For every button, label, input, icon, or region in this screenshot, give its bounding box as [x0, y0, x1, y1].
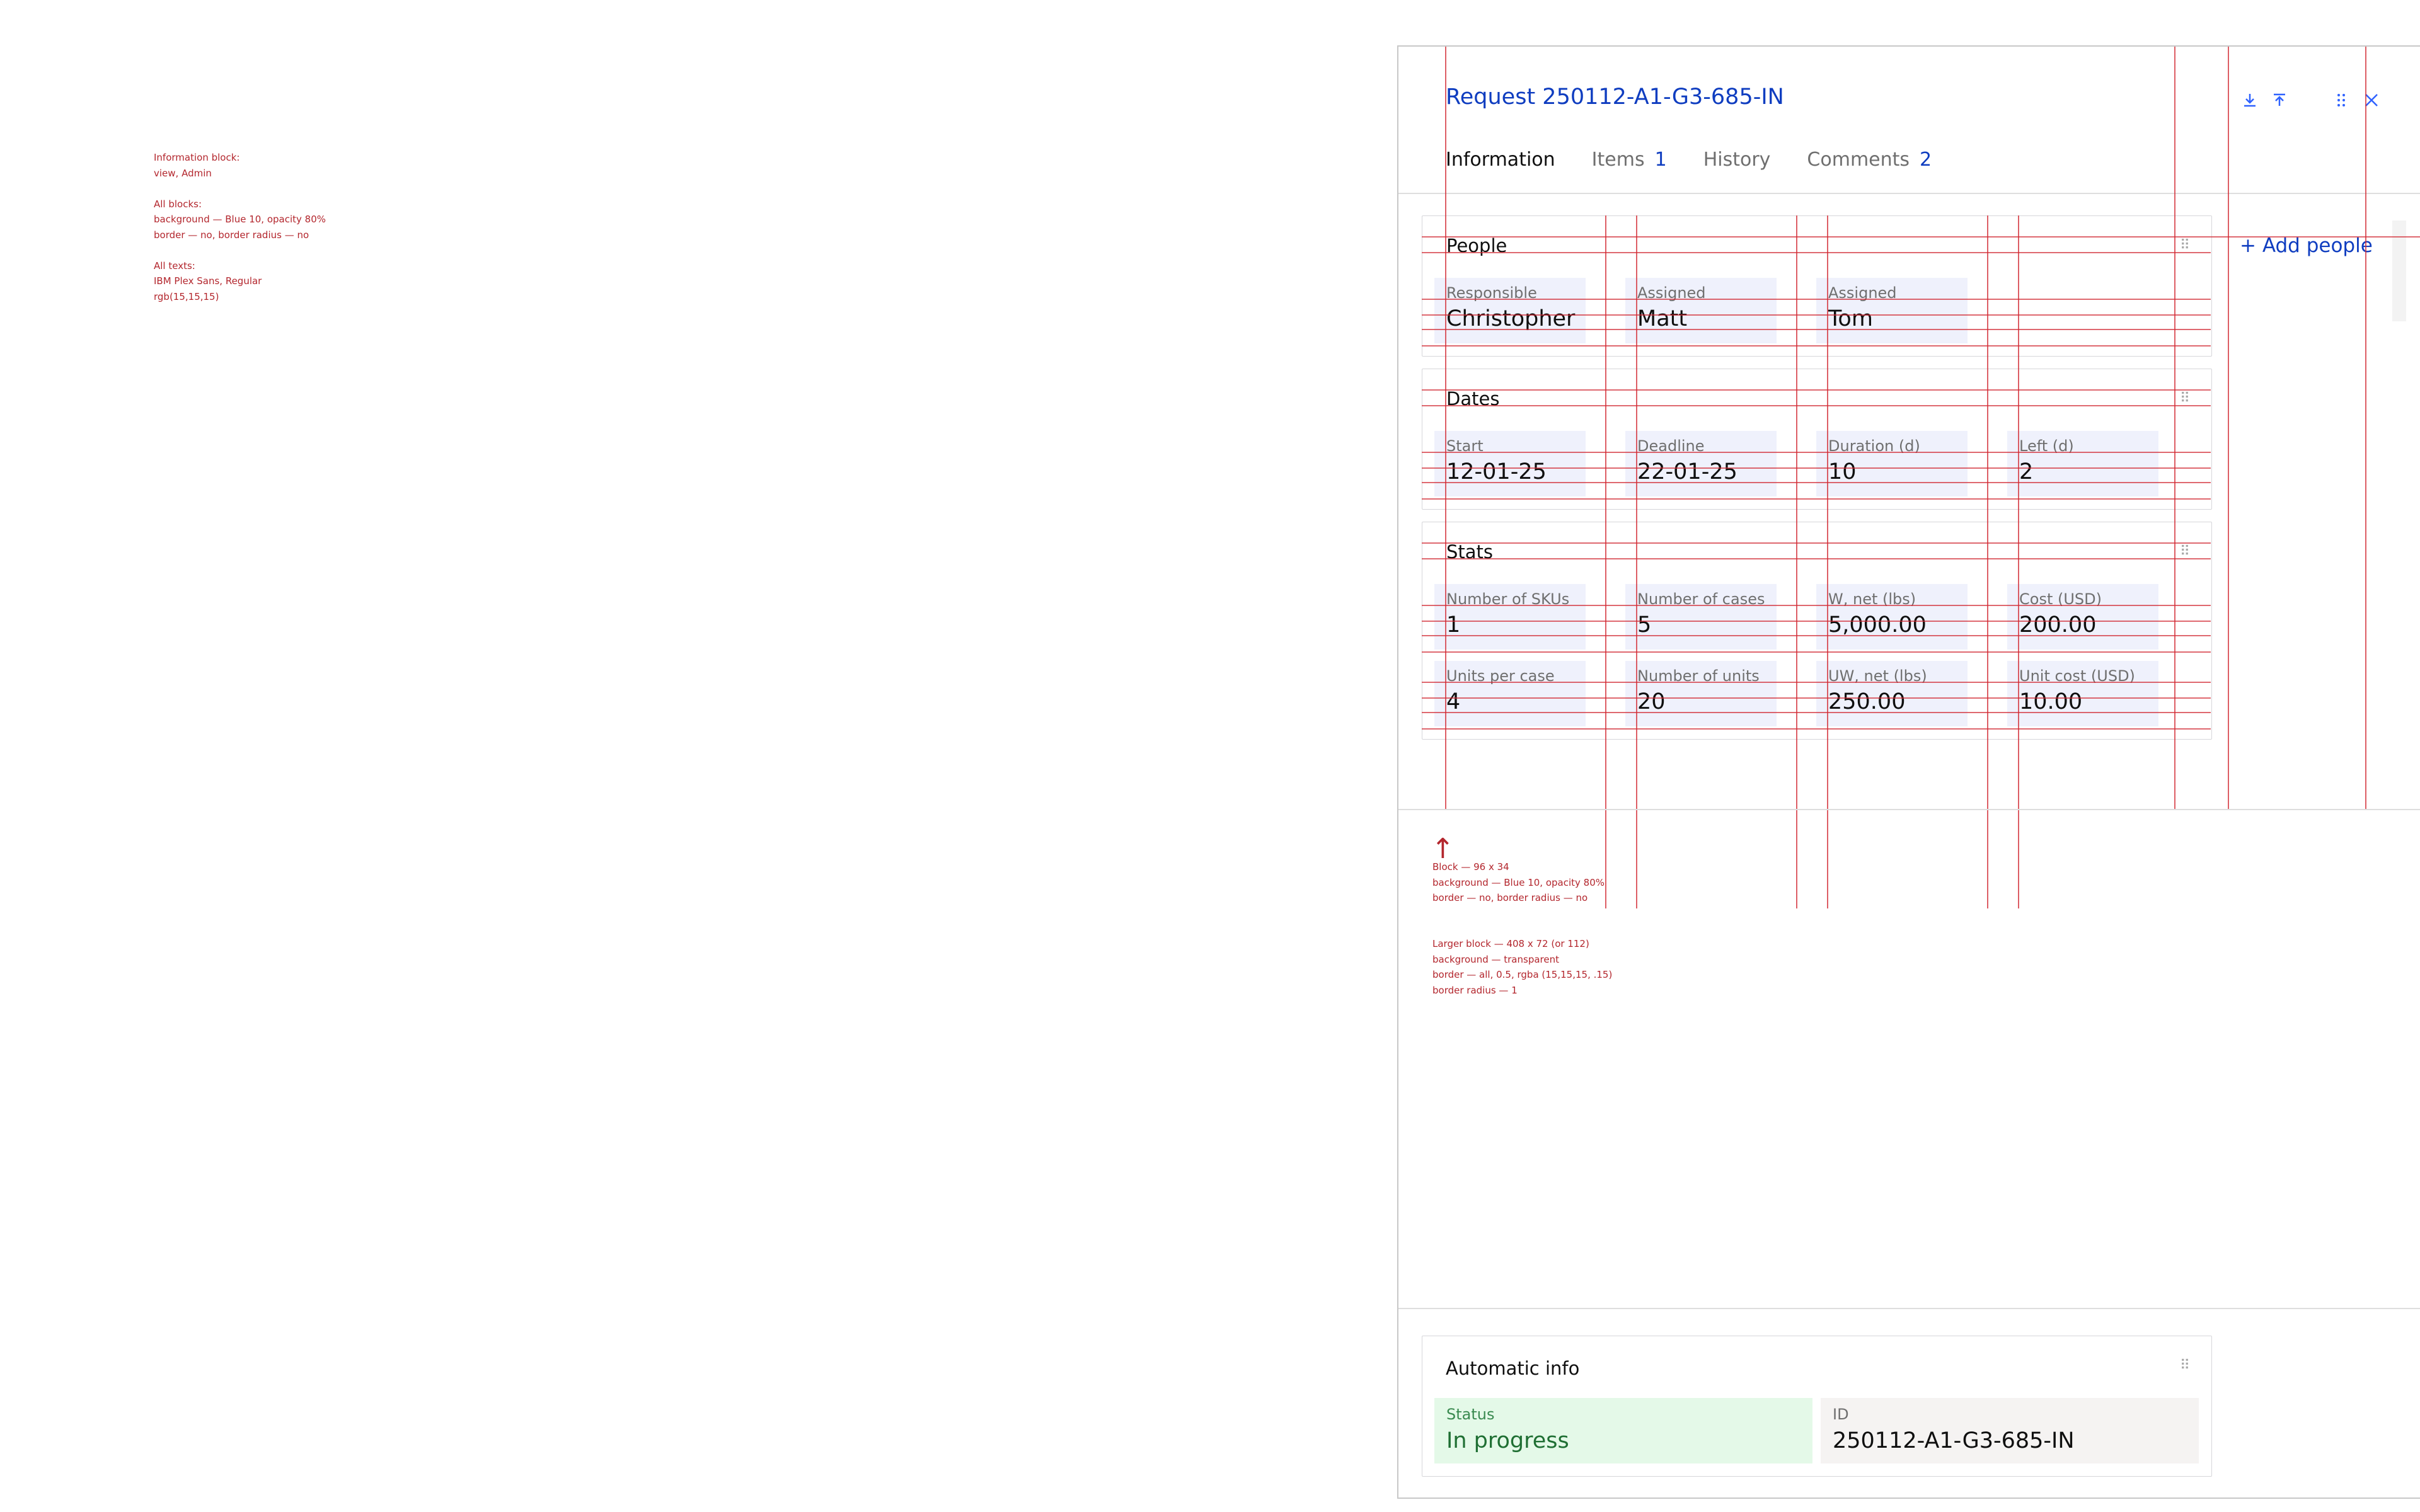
guide-line [1422, 452, 2211, 453]
add-people-link[interactable]: + Add people [2240, 234, 2373, 257]
panel-title: Request 250112-A1-G3-685-IN [1446, 84, 1784, 110]
tab-comments[interactable]: Comments 2 [1807, 149, 1932, 171]
guide-line [1422, 498, 2211, 500]
field-left: Left (d) 2 [2007, 431, 2158, 496]
guide-line [1422, 621, 2211, 622]
automatic-info-block: Automatic info ⠿ Status In progress ID 2… [1422, 1336, 2212, 1477]
guide-line [1987, 215, 1988, 908]
download-icon[interactable] [2239, 89, 2261, 111]
guide-line [1636, 215, 1637, 908]
field-start: Start 12-01-25 [1434, 431, 1586, 496]
guide-line [2365, 47, 2366, 809]
guide-line [1422, 482, 2211, 483]
guide-line [1422, 345, 2211, 346]
tab-divider [1398, 193, 2420, 194]
field-weight-net: W, net (lbs) 5,000.00 [1816, 584, 1968, 650]
field-deadline: Deadline 22-01-25 [1625, 431, 1777, 496]
field-assigned: Assigned Matt [1625, 278, 1777, 343]
upload-icon[interactable] [2269, 89, 2290, 111]
field-unit-cost: Unit cost (USD) 10.00 [2007, 661, 2158, 726]
annotation-larger-block: Larger block — 408 x 72 (or 112) backgro… [1432, 938, 1613, 996]
tab-items[interactable]: Items 1 [1592, 149, 1667, 171]
guide-line [2018, 215, 2019, 908]
guide-line [1422, 314, 2211, 316]
guide-line [1422, 712, 2211, 713]
tab-count-badge: 2 [1920, 149, 1932, 171]
scrollbar[interactable] [2392, 220, 2406, 321]
request-side-panel: Request 250112-A1-G3-685-IN Information … [1397, 45, 2420, 1499]
tab-count-badge: 1 [1654, 149, 1667, 171]
guide-line [1445, 47, 1446, 809]
guide-line [1796, 215, 1797, 908]
field-number-of-skus: Number of SKUs 1 [1434, 584, 1586, 650]
field-duration: Duration (d) 10 [1816, 431, 1968, 496]
field-responsible: Responsible Christopher [1434, 278, 1586, 343]
guide-line [1422, 405, 2211, 406]
guide-line [2228, 47, 2229, 809]
tab-bar: Information Items 1 History Comments 2 [1446, 149, 1932, 171]
guide-line [1422, 236, 2420, 238]
guide-line [1422, 682, 2211, 683]
drag-handle-icon[interactable]: ⠿ [2180, 238, 2190, 253]
field-unit-weight-net: UW, net (lbs) 250.00 [1816, 661, 1968, 726]
drag-handle-icon[interactable]: ⠿ [2180, 391, 2190, 406]
drag-handle-icon[interactable]: ⠿ [2180, 1358, 2190, 1373]
field-assigned: Assigned Tom [1816, 278, 1968, 343]
guide-line [1422, 635, 2211, 636]
drag-handle-icon[interactable] [2331, 89, 2352, 111]
footer-divider [1398, 1308, 2420, 1309]
stats-block: Stats ⠿ Number of SKUs 1 Number of cases 5… [1422, 522, 2212, 740]
guide-line [1422, 558, 2211, 559]
guide-line [1422, 542, 2211, 544]
drag-handle-icon[interactable]: ⠿ [2180, 544, 2190, 559]
guide-line [1422, 651, 2211, 653]
id-value: 250112-A1-G3-685-IN [1833, 1428, 2075, 1453]
guide-line [1422, 329, 2211, 330]
status-value: In progress [1446, 1428, 1569, 1453]
content-divider [1398, 809, 2420, 810]
guide-line [1827, 215, 1828, 908]
guide-line [1422, 728, 2211, 730]
id-field: ID 250112-A1-G3-685-IN [1821, 1398, 2199, 1463]
field-number-of-cases: Number of cases 5 [1625, 584, 1777, 650]
tab-history[interactable]: History [1703, 149, 1771, 171]
guide-line [1422, 467, 2211, 469]
guide-line [2174, 47, 2175, 809]
guide-line [1605, 215, 1606, 908]
guide-line [1422, 389, 2211, 391]
annotation-info-block: Information block: view, Admin All block… [154, 152, 326, 302]
field-cost: Cost (USD) 200.00 [2007, 584, 2158, 650]
tab-information[interactable]: Information [1446, 149, 1555, 171]
field-units-per-case: Units per case 4 [1434, 661, 1586, 726]
annotation-block: Block — 96 x 34 background — Blue 10, op… [1432, 861, 1605, 903]
close-icon[interactable] [2361, 89, 2382, 111]
block-title: Automatic info [1446, 1358, 1580, 1379]
guide-line [1422, 252, 2211, 253]
guide-line [1422, 605, 2211, 606]
guide-line [1422, 697, 2211, 699]
field-number-of-units: Number of units 20 [1625, 661, 1777, 726]
guide-line [1422, 299, 2211, 300]
status-field: Status In progress [1434, 1398, 1812, 1463]
